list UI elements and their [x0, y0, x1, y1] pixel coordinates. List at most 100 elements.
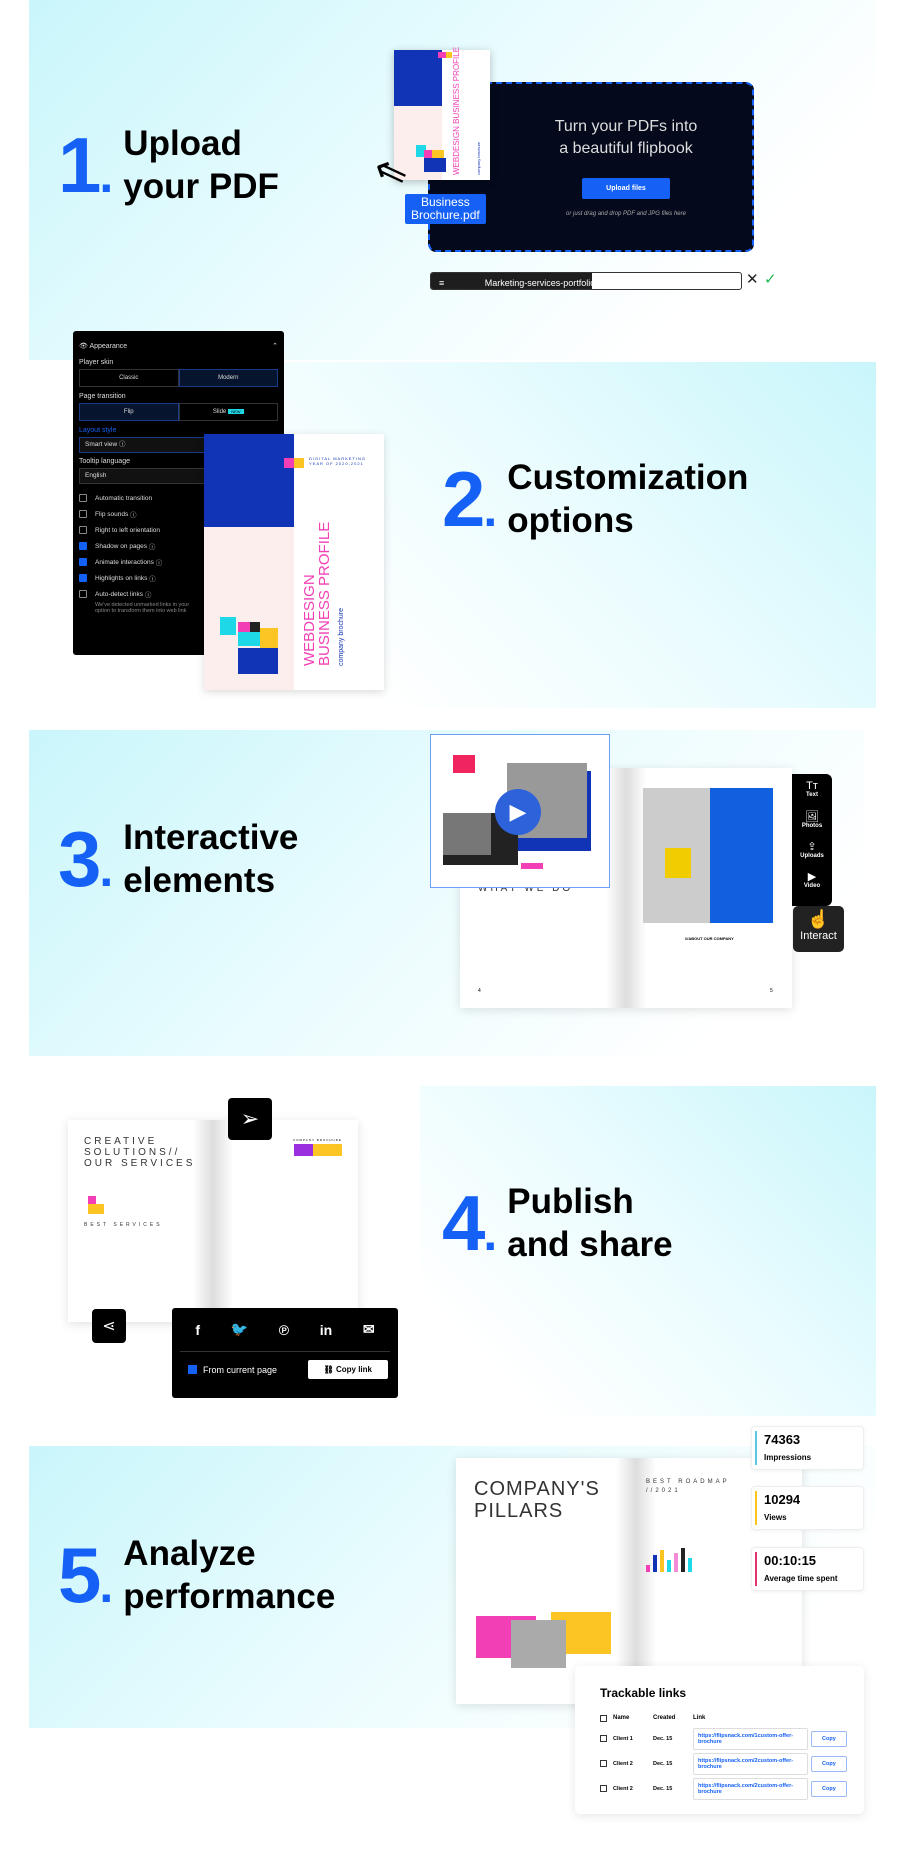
chevron-up-icon[interactable]: ⌃ [272, 342, 278, 350]
mini-bar [660, 1550, 664, 1572]
skin-modern[interactable]: Modern [178, 369, 278, 387]
pdf-document-thumbnail[interactable]: WEBDESIGN BUSINESS PROFILE company broch… [394, 46, 490, 180]
step-3-heading: 3. Interactive elements [58, 816, 298, 902]
upload-progress-bar: ≡ Marketing-services-portfolio.pdf [430, 272, 742, 290]
step-title: Analyze performance [123, 1534, 336, 1616]
link-field[interactable]: https://flipsnack.com/2custom-offer-broc… [693, 1777, 808, 1800]
best-services-label: BEST SERVICES [84, 1222, 163, 1228]
mini-bar [688, 1557, 692, 1572]
pinterest-icon[interactable]: ℗ [279, 1322, 289, 1338]
flipbook-spread: CREATIVE SOLUTIONS// OUR SERVICES BEST S… [68, 1120, 358, 1322]
row-checkbox[interactable] [600, 1760, 607, 1767]
page-number-right: 5 [770, 988, 773, 994]
table-header: Name Created Link [600, 1710, 864, 1726]
skin-classic[interactable]: Classic [79, 369, 179, 387]
stat-average-time: 00:10:15 Average time spent [751, 1547, 864, 1591]
mini-bar [674, 1552, 678, 1572]
text-icon: Tт [806, 780, 818, 792]
play-icon[interactable]: ▶ [495, 789, 541, 835]
copy-button[interactable]: Copy [811, 1780, 847, 1797]
step-number: 3. [58, 815, 113, 903]
file-list-icon: ≡ [439, 278, 445, 288]
tool-text[interactable]: Tт Text [792, 780, 832, 810]
tool-photos[interactable]: 🖼 Photos [792, 810, 832, 840]
step-number: 4. [442, 1179, 497, 1267]
step-4-heading: 4. Publish and share [442, 1180, 673, 1266]
selected-video-element[interactable]: ▶ [430, 734, 610, 888]
send-icon[interactable]: ➢ [228, 1098, 272, 1140]
tool-uploads[interactable]: ⇪ Uploads [792, 840, 832, 870]
appearance-title: Appearance [89, 343, 128, 350]
trackable-links-title: Trackable links [600, 1686, 687, 1700]
copy-link-button[interactable]: ⛓ Copy link [307, 1360, 388, 1379]
step-5-heading: 5. Analyze performance [58, 1532, 335, 1618]
page-title: COMPANY'S PILLARS [474, 1478, 600, 1522]
photo-icon: 🖼 [805, 811, 819, 823]
roadmap-title: BEST ROADMAP //2021 [646, 1479, 730, 1494]
editor-toolbar: Tт Text 🖼 Photos ⇪ Uploads ▶ Video [792, 774, 832, 906]
step-1-heading: 1. Upload your PDF [58, 122, 279, 208]
table-row: Client 2 Dec. 15 https://flipsnack.com/2cu… [600, 1751, 864, 1776]
step-title: Publish and share [507, 1182, 673, 1264]
brochure-cover: DIGITAL MARKETING YEAR OF 2020-2021 WEBD… [204, 434, 384, 690]
section-label: ///ABOUT OUR COMPANY [685, 936, 734, 941]
copy-button[interactable]: Copy [811, 1755, 847, 1772]
doc-title: WEBDESIGN BUSINESS PROFILE [452, 46, 461, 175]
share-panel: f 🐦 ℗ in ✉ From current page ⛓ Copy link [172, 1308, 398, 1398]
page-number-left: 4 [478, 988, 481, 994]
mini-bar [653, 1555, 657, 1572]
layout-style-label: Layout style [79, 427, 117, 434]
brochure-title: WEBDESIGN BUSINESS PROFILE [301, 521, 333, 666]
step-title: Customization options [507, 458, 749, 540]
link-field[interactable]: https://flipsnack.com/1custom-offer-broc… [693, 1727, 808, 1750]
interact-button[interactable]: ☝ Interact [793, 906, 844, 952]
mini-bar [667, 1560, 671, 1572]
upload-hint: or just drag and drop PDF and JPG files … [566, 211, 686, 217]
mini-bar [681, 1548, 685, 1572]
table-row: Client 2 Dec. 15 https://flipsnack.com/2cu… [600, 1776, 864, 1801]
twitter-icon[interactable]: 🐦 [231, 1321, 248, 1338]
upload-complete-check-icon: ✓ [764, 271, 777, 288]
stat-views: 10294 Views [751, 1486, 864, 1530]
copy-button[interactable]: Copy [811, 1730, 847, 1747]
tap-hand-icon: ☝ [807, 909, 830, 929]
row-checkbox[interactable] [600, 1735, 607, 1742]
brochure-subtitle: company brochure [338, 608, 345, 666]
step-2-heading: 2. Customization options [442, 456, 748, 542]
upload-heading: Turn your PDFs into a beautiful flipbook [554, 118, 698, 157]
company-brochure-label: COMPANY BROCHURE [293, 1138, 342, 1142]
eye-icon: 👁 [79, 343, 88, 350]
stat-impressions: 74363 Impressions [751, 1426, 864, 1470]
step-title: Interactive elements [123, 818, 299, 900]
from-current-page-checkbox[interactable]: From current page [188, 1365, 277, 1375]
page-title: CREATIVE SOLUTIONS// OUR SERVICES [84, 1136, 196, 1169]
appearance-header[interactable]: 👁 Appearance ⌃ [79, 337, 278, 355]
page-transition-label: Page transition [79, 393, 126, 400]
step-number: 2. [442, 455, 497, 543]
transition-slide[interactable]: Slide NEW [178, 403, 278, 421]
transition-flip[interactable]: Flip [79, 403, 179, 421]
link-field[interactable]: https://flipsnack.com/2custom-offer-broc… [693, 1752, 808, 1775]
mini-bar [646, 1564, 650, 1572]
step-number: 1. [58, 121, 113, 209]
step-title: Upload your PDF [123, 124, 279, 206]
email-icon[interactable]: ✉ [363, 1321, 375, 1338]
doc-subtitle: company brochure [476, 141, 481, 175]
file-name: Marketing-services-portfolio.pdf [484, 278, 611, 288]
tool-video[interactable]: ▶ Video [792, 870, 832, 900]
share-icon[interactable]: ⋖ [92, 1309, 126, 1343]
cancel-upload-icon[interactable]: ✕ [746, 270, 759, 288]
upload-files-button[interactable]: Upload files [582, 178, 670, 199]
row-checkbox[interactable] [600, 1785, 607, 1792]
select-all-checkbox[interactable] [600, 1714, 607, 1722]
step-number: 5. [58, 1531, 113, 1619]
video-icon: ▶ [807, 871, 817, 883]
brochure-header: DIGITAL MARKETING YEAR OF 2020-2021 [309, 456, 367, 466]
linkedin-icon[interactable]: in [320, 1322, 332, 1338]
table-row: Client 1 Dec. 15 https://flipsnack.com/1cu… [600, 1726, 864, 1751]
mini-bar-chart [646, 1548, 696, 1572]
facebook-icon[interactable]: f [195, 1322, 200, 1338]
link-icon: ⛓ [323, 1365, 334, 1374]
new-badge: NEW [228, 409, 244, 414]
upload-icon: ⇪ [807, 841, 817, 853]
